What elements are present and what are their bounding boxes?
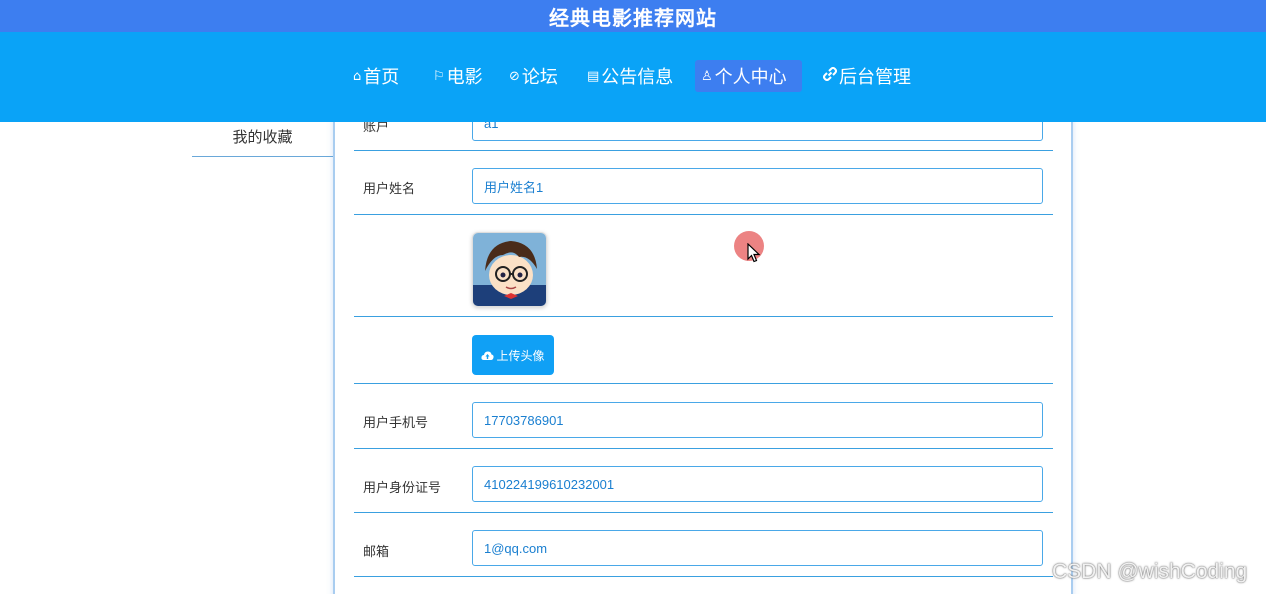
sidebar-item-label: 我的收藏: [232, 127, 293, 146]
sidebar-item-favorites[interactable]: 我的收藏: [192, 116, 333, 157]
form-row-username: 用户姓名 用户姓名1: [354, 151, 1053, 215]
user-icon: ♙: [701, 68, 713, 84]
id-card-label: 用户身份证号: [363, 481, 442, 496]
email-field[interactable]: 1@qq.com: [472, 530, 1043, 566]
nav-announcements[interactable]: ▤ 公告信息: [581, 60, 679, 92]
nav-admin-label: 后台管理: [839, 67, 911, 88]
form-row-id-card: 用户身份证号 410224199610232001: [354, 449, 1053, 513]
nav-home-label: 首页: [363, 67, 400, 88]
mouse-cursor-icon: [747, 243, 761, 263]
site-title: 经典电影推荐网站: [549, 5, 717, 30]
upload-avatar-button[interactable]: 上传头像: [472, 335, 554, 375]
watermark: CSDN @wishCoding: [1052, 560, 1248, 583]
form-row-email: 邮箱 1@qq.com: [354, 513, 1053, 577]
form-row-phone: 用户手机号 17703786901: [354, 384, 1053, 449]
nav-personal-center-label: 个人中心: [714, 67, 787, 88]
username-field[interactable]: 用户姓名1: [472, 168, 1043, 204]
email-value: 1@qq.com: [484, 540, 548, 556]
nav-home[interactable]: ⌂ 首页: [347, 60, 405, 92]
nav-forum[interactable]: ⊘ 论坛: [503, 60, 564, 92]
id-card-field[interactable]: 410224199610232001: [472, 466, 1043, 502]
nav-forum-label: 论坛: [521, 67, 558, 88]
form-row-avatar: [354, 215, 1053, 317]
title-bar: 经典电影推荐网站: [0, 0, 1266, 32]
document-icon: ▤: [587, 68, 600, 84]
link-icon: [823, 67, 837, 85]
page: 我的收藏 账户 a1 用户姓名 用户姓名1 上传头像 用户手机号 1770378…: [0, 0, 1266, 594]
nav-admin[interactable]: 后台管理: [817, 60, 917, 92]
nav-personal-center[interactable]: ♙ 个人中心: [695, 60, 802, 92]
home-icon: ⌂: [353, 68, 362, 84]
username-label: 用户姓名: [363, 182, 416, 197]
phone-label: 用户手机号: [363, 416, 429, 431]
avatar: [472, 232, 547, 307]
cloud-upload-icon: [481, 351, 495, 360]
form-row-upload: 上传头像: [354, 317, 1053, 384]
nav-movies-label: 电影: [446, 67, 483, 88]
upload-avatar-label: 上传头像: [496, 348, 545, 363]
nav-movies[interactable]: ⚐ 电影: [427, 60, 489, 92]
phone-field[interactable]: 17703786901: [472, 402, 1043, 438]
email-label: 邮箱: [363, 545, 390, 560]
tag-icon: ⊘: [509, 68, 520, 84]
username-value: 用户姓名1: [484, 179, 544, 195]
id-card-value: 410224199610232001: [484, 476, 615, 492]
avatar-image: [473, 233, 546, 306]
nav-bar: ⌂ 首页 ⚐ 电影 ⊘ 论坛 ▤ 公告信息 ♙ 个人中心 后台管理: [0, 32, 1266, 122]
nav-announcements-label: 公告信息: [601, 67, 674, 88]
phone-value: 17703786901: [484, 412, 564, 428]
flag-icon: ⚐: [433, 68, 445, 84]
